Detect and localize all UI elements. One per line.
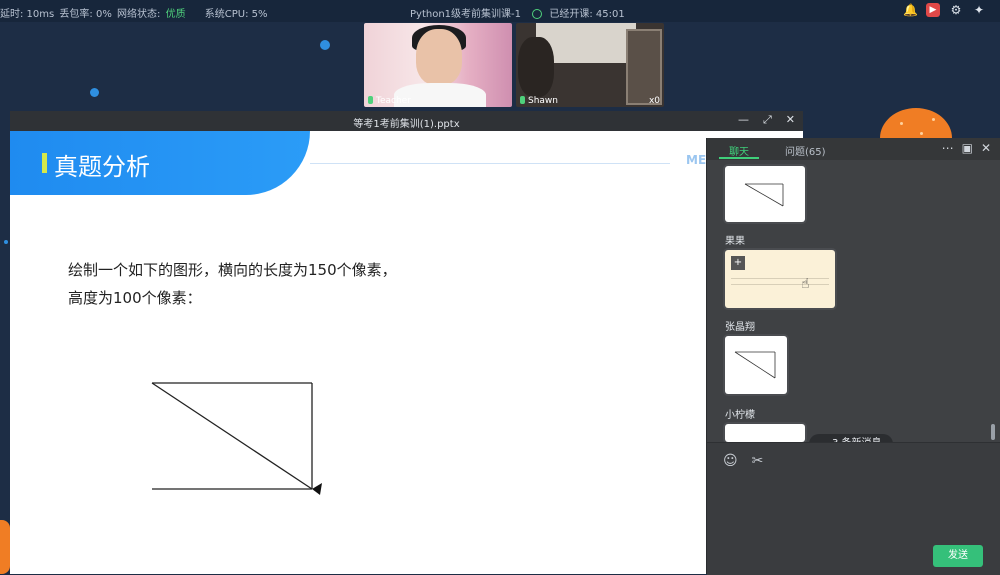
chat-messages[interactable]: 果果 + ☝ 张晶翔 小柠檬 ⌄ 3 条新消息 (707, 160, 1000, 454)
image-message[interactable]: + ☝ (725, 250, 835, 308)
popout-icon[interactable]: ▣ (962, 141, 973, 155)
title-accent-bar (42, 153, 47, 173)
reward-count: x0 (648, 96, 660, 106)
slide-heading: 真题分析 (54, 153, 150, 181)
question-line-1: 绘制一个如下的图形，横向的长度为150个像素， (68, 261, 397, 279)
turtle-figure (151, 382, 322, 495)
mic-icon (520, 96, 525, 104)
chat-input-area[interactable]: ☺ ✂ 发送 (707, 442, 1000, 575)
record-icon[interactable]: ▶ (926, 3, 940, 17)
sender-name: 张晶翔 (725, 322, 755, 333)
ppt-window: 等考1考前集训(1).pptx — ⤢ ✕ 真题分析 MEA 绘制一个如下的图形… (10, 111, 803, 574)
elapsed-time: 已经开课: 45:01 (549, 9, 625, 20)
tab-chat[interactable]: 聊天 (729, 143, 749, 158)
close-icon[interactable]: ✕ (981, 141, 991, 155)
scissors-icon[interactable]: ✂ (752, 453, 764, 469)
latency-text: 延时: 10ms (0, 9, 55, 20)
bell-icon[interactable]: 🔔 (903, 3, 918, 17)
plus-icon: + (731, 256, 745, 270)
session-title: Python1级考前集训课-1 (410, 9, 521, 20)
packet-loss-text: 丢包率: 0% (59, 9, 112, 20)
minimize-icon[interactable]: — (738, 113, 749, 127)
network-status: 延时: 10ms 丢包率: 0% 网络状态: 优质 系统CPU: 5% (0, 5, 270, 20)
figure-diagonal-line (151, 382, 313, 490)
video-tile-shawn[interactable]: Shawn x0 (516, 23, 664, 107)
hand-cursor-icon: ☝ (801, 276, 810, 292)
expand-icon[interactable]: ⤢ (763, 113, 772, 127)
sender-name: 小柠檬 (725, 410, 755, 421)
slide: 真题分析 MEA 绘制一个如下的图形，横向的长度为150个像素， 高度为100个… (10, 131, 803, 574)
decor-shape (0, 520, 10, 574)
image-message[interactable] (725, 166, 805, 222)
clock-icon (532, 9, 543, 19)
cpu-text: 系统CPU: 5% (204, 9, 268, 20)
image-message[interactable] (725, 424, 805, 442)
decor-dot (320, 40, 330, 50)
session-info: Python1级考前集训课-1 已经开课: 45:01 (410, 5, 625, 20)
video-tile-teacher[interactable]: Teacher (364, 23, 512, 107)
decor-dot (4, 240, 8, 244)
gear-icon[interactable]: ⚙ (949, 3, 963, 17)
network-quality: 优质 (165, 9, 186, 20)
tab-questions[interactable]: 问题(65) (785, 143, 826, 158)
chat-tabs: 聊天 问题(65) ⋯ ▣ ✕ (707, 138, 1000, 160)
send-button[interactable]: 发送 (933, 545, 983, 567)
network-label: 网络状态: (117, 9, 161, 20)
video-name: Shawn (528, 96, 558, 106)
close-icon[interactable]: ✕ (786, 113, 795, 127)
question-line-2: 高度为100个像素： (68, 289, 202, 307)
video-name: Teacher (376, 96, 411, 106)
decor-dot (90, 88, 99, 97)
ppt-titlebar[interactable]: 等考1考前集训(1).pptx — ⤢ ✕ (10, 111, 803, 131)
chat-panel: 聊天 问题(65) ⋯ ▣ ✕ 果果 + ☝ 张晶翔 小柠檬 ⌄ 3 条新消息 … (706, 138, 1000, 575)
chat-scrollbar[interactable] (991, 424, 995, 440)
turtle-cursor-icon (312, 483, 322, 495)
image-message[interactable] (725, 336, 787, 394)
pin-icon[interactable]: ✦ (972, 3, 986, 17)
more-icon[interactable]: ⋯ (942, 141, 954, 155)
window-tools: 🔔 ▶ ⚙ ✦ (903, 3, 986, 17)
title-rule (310, 163, 670, 164)
top-status-bar: 延时: 10ms 丢包率: 0% 网络状态: 优质 系统CPU: 5% Pyth… (0, 0, 1000, 22)
ppt-filename: 等考1考前集训(1).pptx (353, 119, 460, 130)
sender-name: 果果 (725, 236, 745, 247)
emoji-icon[interactable]: ☺ (723, 453, 738, 469)
mic-icon (368, 96, 373, 104)
